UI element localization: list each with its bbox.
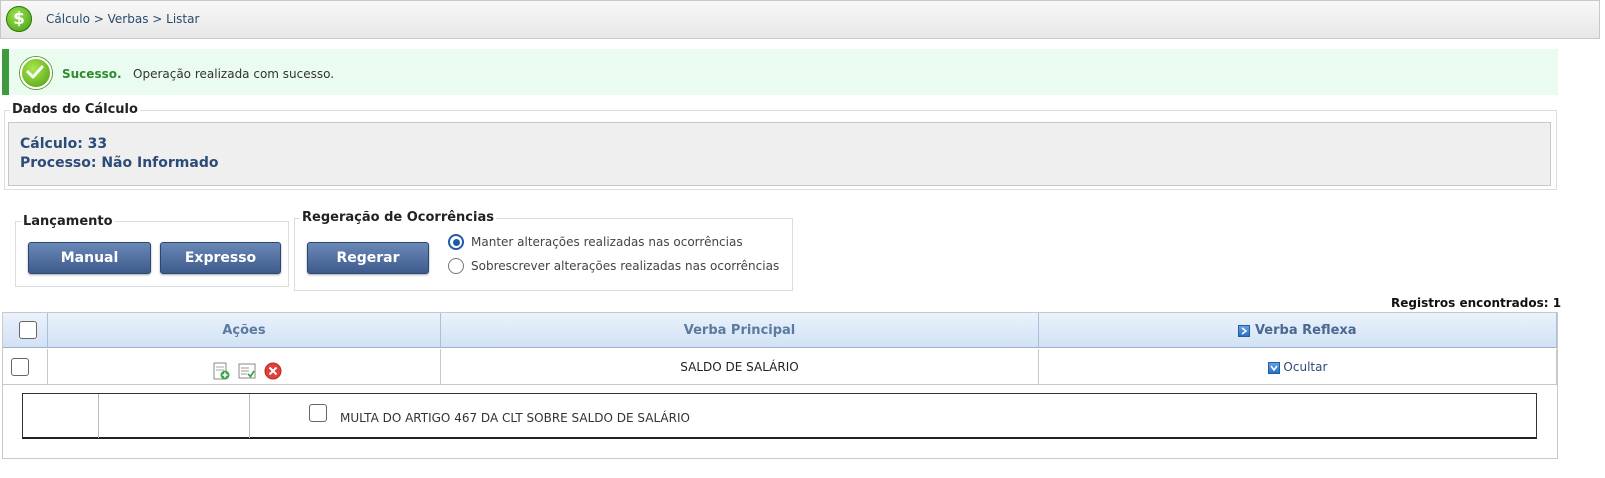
alert-title: Sucesso. [62,67,122,81]
reflexa-checkbox[interactable] [309,404,327,422]
manter-alteracoes-label: Manter alterações realizadas nas ocorrên… [471,235,743,249]
breadcrumb: Cálculo > Verbas > Listar [46,12,200,26]
sobrescrever-alteracoes-label: Sobrescrever alterações realizadas nas o… [471,259,780,273]
ocultar-link[interactable]: Ocultar [1283,360,1327,374]
top-bar [0,0,1600,39]
registros-count: Registros encontrados: 1 [1391,296,1562,310]
success-check-icon [20,57,52,89]
subtable-divider [98,394,99,438]
row-checkbox[interactable] [11,358,29,376]
dollar-icon: $ [6,6,32,32]
alert-message: Operação realizada com sucesso. [133,67,335,81]
sobrescrever-alteracoes-radio[interactable] [448,258,464,274]
reflexa-verba-label: MULTA DO ARTIGO 467 DA CLT SOBRE SALDO D… [340,411,690,425]
expresso-button[interactable]: Expresso [160,242,281,274]
success-alert: Sucesso. Operação realizada com sucesso. [2,49,1558,95]
row-acoes-cell [48,349,441,385]
row-verba-principal: SALDO DE SALÁRIO [441,349,1039,385]
select-all-checkbox[interactable] [19,321,37,339]
row-verba-reflexa-cell: Ocultar [1039,349,1557,385]
regeracao-legend: Regeração de Ocorrências [300,210,496,225]
dados-calculo-box [8,122,1551,186]
verba-reflexa-label: Verba Reflexa [1254,323,1357,338]
header-acoes: Ações [48,313,441,348]
subtable-divider [249,394,250,438]
list-check-icon[interactable] [238,358,256,379]
manual-button[interactable]: Manual [28,242,151,274]
processo-info: Processo: Não Informado [20,155,219,171]
edit-document-icon[interactable] [212,358,230,380]
dados-calculo-legend: Dados do Cálculo [10,102,140,117]
row-select-cell [3,349,48,385]
regerar-button[interactable]: Regerar [307,242,429,274]
header-select-all-cell [3,313,48,348]
header-verba-principal[interactable]: Verba Principal [441,313,1039,348]
lancamento-legend: Lançamento [21,214,115,229]
calculo-number: Cálculo: 33 [20,136,108,152]
header-verba-reflexa[interactable]: Verba Reflexa [1039,313,1557,348]
expand-icon[interactable] [1238,324,1251,337]
collapse-icon[interactable] [1267,361,1280,374]
delete-icon[interactable] [264,358,282,380]
manter-alteracoes-radio[interactable] [448,234,464,250]
